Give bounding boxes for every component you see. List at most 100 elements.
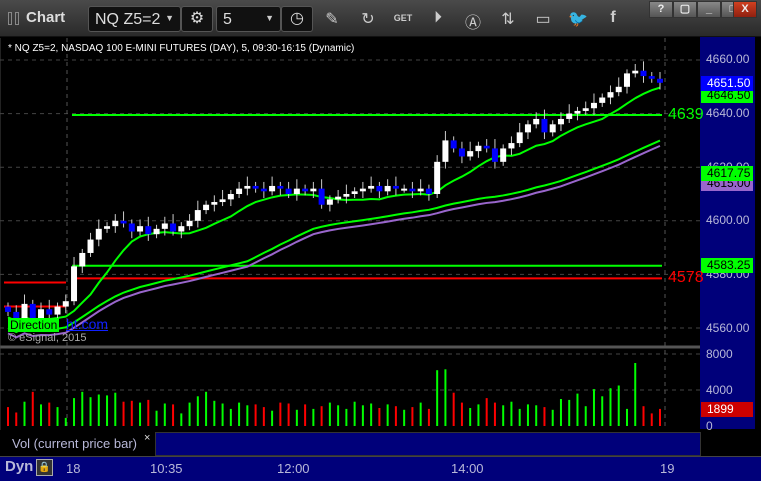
time-label: 10:35 (150, 461, 183, 476)
candle (277, 185, 284, 189)
time-label: 12:00 (277, 461, 310, 476)
volume-label: 8000 (706, 347, 733, 361)
candle (285, 188, 292, 194)
price-chart[interactable] (0, 0, 761, 481)
candle (516, 132, 523, 144)
candle (186, 220, 193, 227)
price-label: 4560.00 (706, 321, 750, 335)
candle (648, 76, 655, 79)
candle (500, 148, 507, 162)
candle (343, 194, 350, 197)
candle (46, 309, 53, 315)
time-label: 19 (660, 461, 675, 476)
candle (615, 86, 622, 93)
candle (302, 188, 309, 192)
volume-label: 4000 (706, 383, 733, 397)
candle (632, 70, 639, 74)
price-label: 4660.00 (706, 52, 750, 66)
candle (566, 113, 573, 119)
candle (401, 188, 408, 191)
upper-level-label: 4639 (668, 106, 704, 123)
candle (194, 210, 201, 221)
time-label: 14:00 (451, 461, 484, 476)
candle (384, 185, 391, 192)
candle (574, 110, 581, 114)
candle (425, 188, 432, 194)
candle (161, 223, 168, 229)
candle (211, 202, 218, 205)
chart-description: * NQ Z5=2, NASDAQ 100 E-MINI FUTURES (DA… (8, 43, 355, 54)
level-green-tag: 4583.25 (701, 258, 753, 273)
candle (326, 199, 333, 205)
dynamic-mode[interactable]: Dyn (5, 458, 33, 475)
lower-level-label: 4578 (668, 269, 704, 286)
ma-purple-line (7, 144, 661, 339)
candle (269, 185, 276, 192)
candle (458, 148, 465, 157)
candle (5, 306, 11, 312)
last-price-tag: 4651.50 (701, 76, 753, 91)
candle (318, 188, 325, 205)
candle (62, 301, 69, 307)
candle (491, 148, 498, 162)
candle (87, 239, 94, 253)
candle (417, 188, 424, 192)
candle (549, 124, 556, 133)
candle (54, 306, 61, 315)
time-label: 18 (66, 461, 81, 476)
candle (359, 188, 366, 192)
close-study-icon[interactable]: × (144, 432, 150, 444)
candle (483, 145, 490, 149)
candle (467, 151, 474, 157)
study-panel (155, 432, 701, 456)
candle (137, 226, 144, 232)
ma-green-tag: 4617.75 (701, 166, 753, 181)
candle (607, 92, 614, 98)
candle (120, 220, 127, 224)
candle (178, 226, 185, 232)
candle (79, 252, 86, 267)
candle (582, 108, 589, 111)
candle (293, 188, 300, 194)
candle (252, 185, 259, 189)
candle (145, 226, 152, 235)
candle (153, 228, 160, 235)
candle (434, 161, 441, 194)
time-axis[interactable] (0, 456, 761, 481)
candle (227, 194, 234, 200)
candle (450, 140, 457, 149)
candle (557, 118, 564, 125)
lock-icon[interactable]: 🔒 (36, 459, 53, 476)
candle (236, 188, 243, 194)
price-label: 4600.00 (706, 213, 750, 227)
candle (112, 220, 119, 227)
candle (442, 140, 449, 162)
candle (104, 226, 111, 229)
candle (640, 70, 647, 77)
candle (244, 185, 251, 189)
candle (533, 118, 540, 125)
candle (376, 185, 383, 192)
candle (409, 188, 416, 192)
candle (524, 124, 531, 133)
candle (392, 185, 399, 189)
candle (335, 196, 342, 200)
candle (219, 199, 226, 203)
ma-slow-line (7, 139, 661, 334)
candle (368, 185, 375, 189)
candle (657, 78, 663, 83)
watermark-link[interactable]: ht.com (66, 316, 108, 332)
candle (599, 97, 606, 103)
candle (203, 204, 210, 211)
candle (508, 143, 515, 149)
watermark: Direction (8, 318, 60, 332)
candle (95, 228, 102, 240)
candle (623, 73, 630, 87)
candle (170, 223, 177, 232)
candle (475, 145, 482, 152)
candle (310, 188, 317, 192)
volume-tag: 1899 (701, 402, 753, 417)
candle (590, 102, 597, 109)
candle (541, 118, 548, 133)
candle (351, 191, 358, 194)
